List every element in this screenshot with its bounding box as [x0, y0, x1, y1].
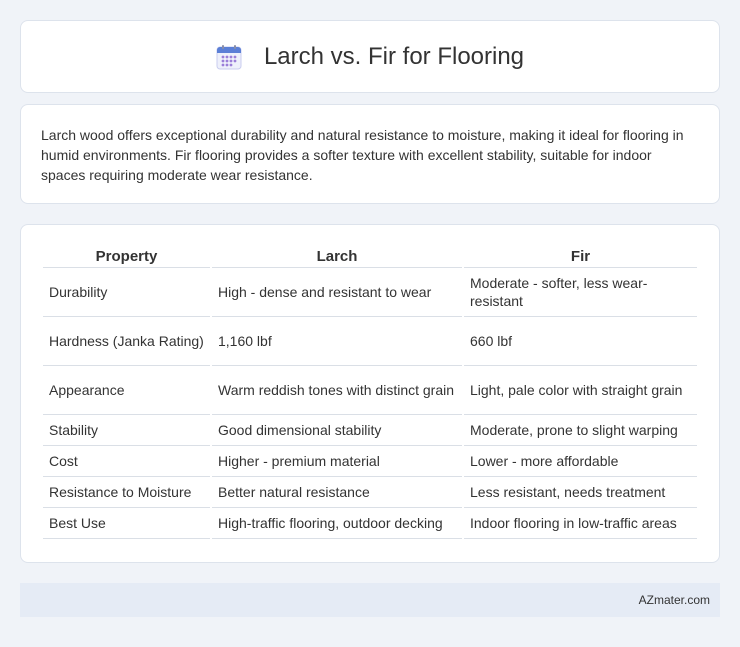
- cell-fir: Moderate, prone to slight warping: [464, 415, 697, 446]
- table-header-row: Property Larch Fir: [43, 245, 697, 268]
- cell-larch: High-traffic flooring, outdoor decking: [212, 508, 462, 539]
- header-property: Property: [43, 245, 210, 268]
- cell-fir: Moderate - softer, less wear-resistant: [464, 268, 697, 317]
- cell-larch: Good dimensional stability: [212, 415, 462, 446]
- cell-property: Best Use: [43, 508, 210, 539]
- table-row: Resistance to Moisture Better natural re…: [43, 477, 697, 508]
- cell-larch: Better natural resistance: [212, 477, 462, 508]
- cell-larch: Warm reddish tones with distinct grain: [212, 366, 462, 415]
- header-larch: Larch: [212, 245, 462, 268]
- cell-property: Cost: [43, 446, 210, 477]
- cell-property: Stability: [43, 415, 210, 446]
- cell-fir: Lower - more affordable: [464, 446, 697, 477]
- footer-site-link[interactable]: AZmater.com: [639, 593, 710, 607]
- table-row: Appearance Warm reddish tones with disti…: [43, 366, 697, 415]
- table-row: Durability High - dense and resistant to…: [43, 268, 697, 317]
- cell-larch: Higher - premium material: [212, 446, 462, 477]
- page: Larch vs. Fir for Flooring Larch wood of…: [0, 0, 740, 647]
- table-row: Best Use High-traffic flooring, outdoor …: [43, 508, 697, 539]
- footer: AZmater.com: [20, 583, 720, 617]
- table-row: Stability Good dimensional stability Mod…: [43, 415, 697, 446]
- intro-text: Larch wood offers exceptional durability…: [41, 127, 684, 183]
- table-row: Cost Higher - premium material Lower - m…: [43, 446, 697, 477]
- cell-fir: Less resistant, needs treatment: [464, 477, 697, 508]
- table-row: Hardness (Janka Rating) 1,160 lbf 660 lb…: [43, 317, 697, 366]
- cell-property: Resistance to Moisture: [43, 477, 210, 508]
- cell-larch: 1,160 lbf: [212, 317, 462, 366]
- calendar-icon: [216, 44, 242, 70]
- comparison-table-card: Property Larch Fir Durability High - den…: [20, 224, 720, 563]
- cell-fir: Light, pale color with straight grain: [464, 366, 697, 415]
- cell-property: Appearance: [43, 366, 210, 415]
- cell-fir: 660 lbf: [464, 317, 697, 366]
- cell-fir: Indoor flooring in low-traffic areas: [464, 508, 697, 539]
- comparison-table: Property Larch Fir Durability High - den…: [41, 245, 699, 539]
- cell-larch: High - dense and resistant to wear: [212, 268, 462, 317]
- cell-property: Durability: [43, 268, 210, 317]
- title-card: Larch vs. Fir for Flooring: [20, 20, 720, 93]
- cell-property: Hardness (Janka Rating): [43, 317, 210, 366]
- page-title: Larch vs. Fir for Flooring: [263, 42, 525, 70]
- intro-card: Larch wood offers exceptional durability…: [20, 104, 720, 204]
- header-fir: Fir: [464, 245, 697, 268]
